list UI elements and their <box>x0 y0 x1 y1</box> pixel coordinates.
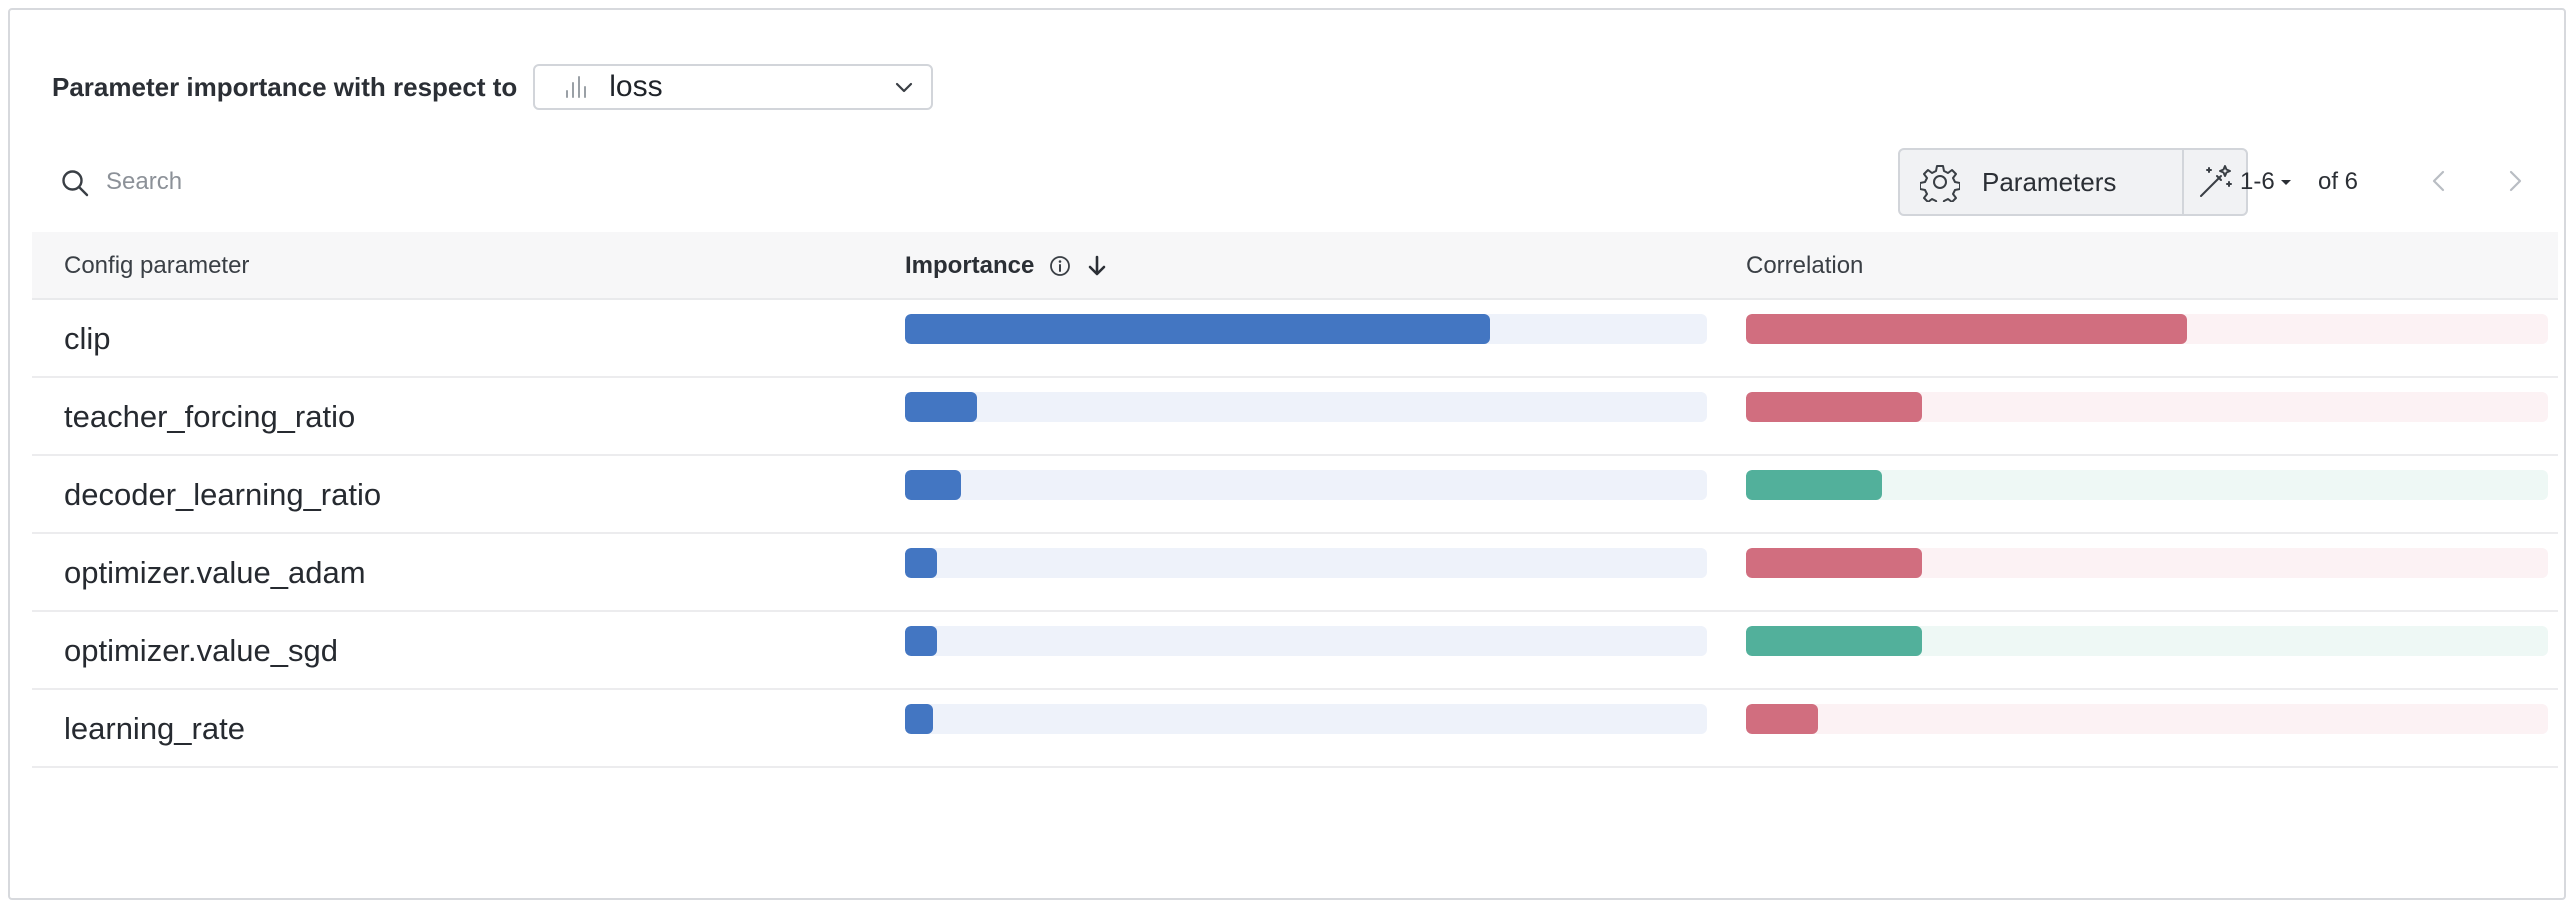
panel-title: Parameter importance with respect to <box>52 71 518 102</box>
parameters-button[interactable]: Parameters <box>1900 150 2182 214</box>
importance-bar-fill <box>905 470 962 500</box>
sort-descending-icon[interactable] <box>1086 254 1108 278</box>
metric-value: loss <box>609 70 663 103</box>
correlation-bar-fill-negative <box>1746 626 1923 656</box>
chevron-down-icon <box>896 82 913 93</box>
table-row[interactable]: optimizer.value_sgd <box>32 612 2558 690</box>
caret-down-icon <box>2280 180 2291 185</box>
table-row[interactable]: teacher_forcing_ratio <box>32 378 2558 456</box>
column-label: Config parameter <box>64 252 250 279</box>
importance-bar <box>905 626 1707 656</box>
chevron-left-icon[interactable] <box>2422 164 2456 198</box>
table-header: Config parameter Importance Correlation <box>32 232 2558 300</box>
correlation-bar <box>1746 392 2548 422</box>
correlation-bar-fill-negative <box>1746 470 1883 500</box>
importance-bar <box>905 704 1707 734</box>
parameter-name: optimizer.value_adam <box>64 555 366 590</box>
correlation-bar <box>1746 548 2548 578</box>
info-icon[interactable] <box>1048 254 1072 278</box>
column-label: Correlation <box>1746 252 1864 279</box>
correlation-bar <box>1746 626 2548 656</box>
parameters-label: Parameters <box>1982 166 2117 197</box>
parameter-name: learning_rate <box>64 711 245 746</box>
importance-bar <box>905 392 1707 422</box>
parameter-name: decoder_learning_ratio <box>64 477 382 512</box>
importance-bar-fill <box>905 548 938 578</box>
parameters-button-group: Parameters <box>1898 148 2248 216</box>
importance-bar-fill <box>905 704 934 734</box>
page-range-select[interactable]: 1-6 <box>2240 168 2293 196</box>
column-header-correlation[interactable]: Correlation <box>1746 232 1863 300</box>
correlation-bar-fill-positive <box>1746 392 1923 422</box>
magic-wand-button[interactable] <box>2182 150 2246 214</box>
search-icon <box>62 170 89 197</box>
column-header-config-parameter[interactable]: Config parameter <box>64 232 249 300</box>
table-row[interactable]: optimizer.value_adam <box>32 534 2558 612</box>
importance-bar-fill <box>905 314 1491 344</box>
parameter-table: Config parameter Importance Correlation … <box>32 232 2558 768</box>
column-header-importance[interactable]: Importance <box>905 232 1108 300</box>
importance-bar <box>905 548 1707 578</box>
importance-bar-fill <box>905 626 938 656</box>
correlation-bar <box>1746 704 2548 734</box>
importance-bar-fill <box>905 392 978 422</box>
panel-header: Parameter importance with respect to los… <box>52 62 934 112</box>
parameter-name: teacher_forcing_ratio <box>64 399 356 434</box>
parameter-name: optimizer.value_sgd <box>64 633 338 668</box>
importance-bar <box>905 314 1707 344</box>
magic-wand-icon <box>2200 165 2232 197</box>
column-label: Importance <box>905 252 1035 279</box>
bar-chart-icon <box>566 76 587 98</box>
chevron-right-icon[interactable] <box>2498 164 2532 198</box>
correlation-bar <box>1746 470 2548 500</box>
gear-icon <box>1920 165 1960 202</box>
table-row[interactable]: learning_rate <box>32 690 2558 768</box>
correlation-bar-fill-positive <box>1746 314 2188 344</box>
correlation-bar-fill-positive <box>1746 548 1923 578</box>
table-body: clip teacher_forcing_ratio decoder_learnin… <box>32 300 2558 768</box>
parameter-name: clip <box>64 321 111 356</box>
parameter-importance-panel: Parameter importance with respect to los… <box>8 8 2566 900</box>
metric-select[interactable]: loss <box>533 64 934 110</box>
table-row[interactable]: clip <box>32 300 2558 378</box>
correlation-bar <box>1746 314 2548 344</box>
toolbar: Parameters 1-6 <box>52 148 2552 216</box>
page-total: of 6 <box>2318 168 2359 195</box>
table-row[interactable]: decoder_learning_ratio <box>32 456 2558 534</box>
importance-bar <box>905 470 1707 500</box>
page-range-label: 1-6 <box>2240 168 2275 195</box>
correlation-bar-fill-positive <box>1746 704 1819 734</box>
search-input[interactable] <box>106 162 906 202</box>
